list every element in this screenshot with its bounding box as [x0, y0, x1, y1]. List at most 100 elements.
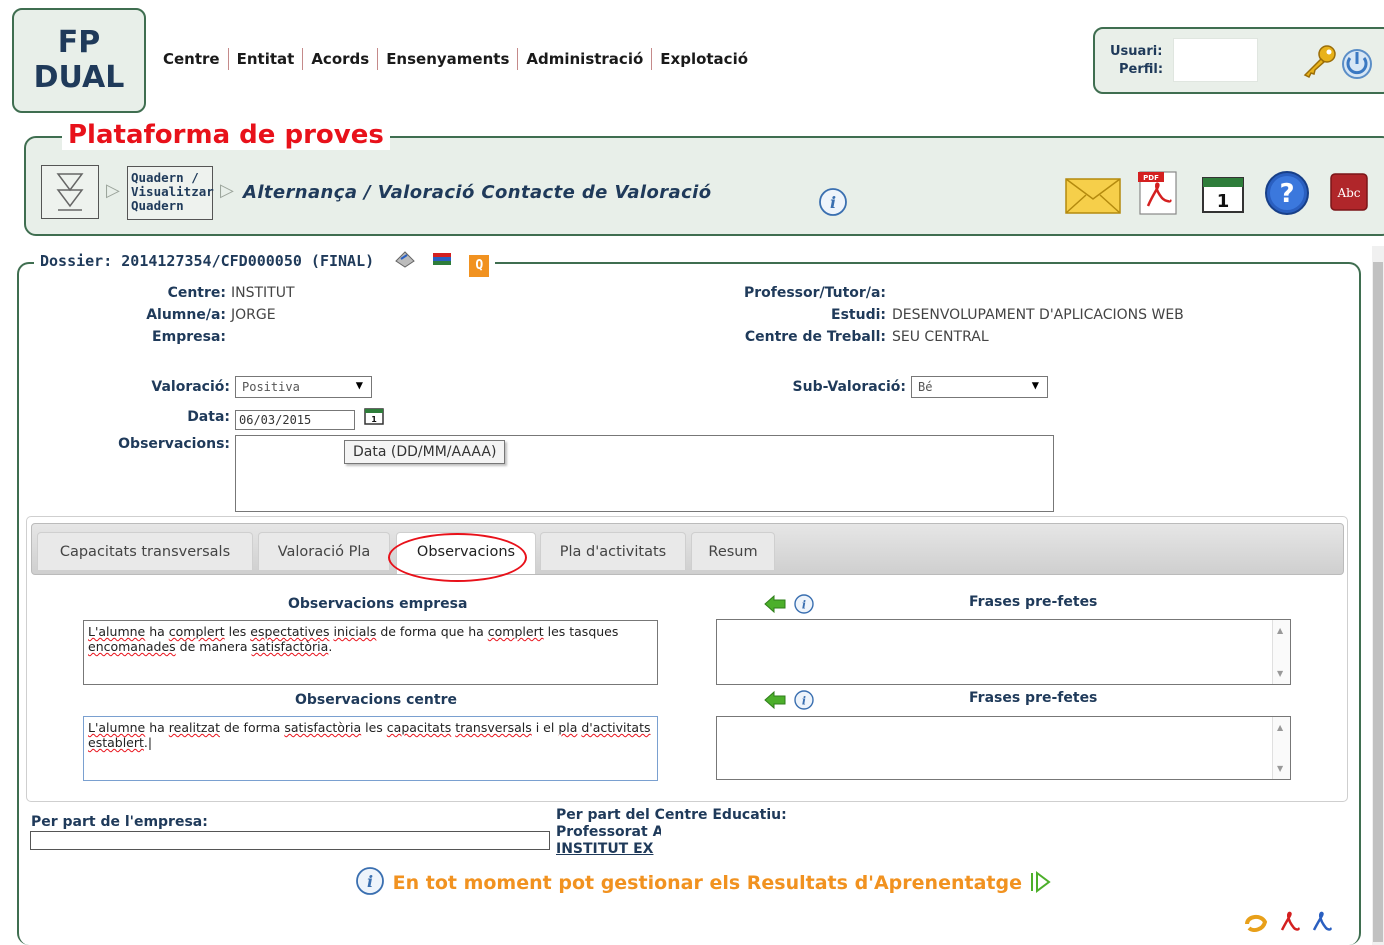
subvaloracio-label: Sub-Valoració: — [792, 379, 906, 395]
edit-icon[interactable] — [393, 249, 417, 269]
svg-text:i: i — [830, 193, 836, 212]
frases-prefetes-title: Frases pre-fetes — [969, 594, 1098, 610]
info-icon: i — [356, 867, 384, 895]
menu-item-centre[interactable]: Centre — [155, 48, 228, 70]
svg-text:Abc: Abc — [1336, 186, 1360, 200]
svg-text:i: i — [802, 695, 806, 708]
dropdown-arrow-icon: ▼ — [1031, 378, 1039, 392]
tab-pla-activitats[interactable]: Pla d'activitats — [540, 532, 686, 570]
professorat-value: Professorat A — [556, 824, 661, 840]
collapse-nav-button[interactable] — [41, 165, 99, 219]
dropdown-arrow-icon: ▼ — [355, 378, 363, 392]
forward-icon[interactable] — [1029, 870, 1053, 894]
valoracio-value: Positiva — [242, 380, 300, 394]
mail-icon[interactable] — [1064, 175, 1122, 215]
resultats-aprenentatge-message: i En tot moment pot gestionar els Result… — [354, 866, 1053, 896]
menu-item-administracio[interactable]: Administració — [517, 48, 651, 70]
frases-prefetes-list[interactable]: ▲ ▼ — [716, 716, 1291, 780]
tab-resum[interactable]: Resum — [691, 532, 775, 570]
user-panel: Usuari: Perfil: — [1093, 27, 1384, 94]
svg-text:1: 1 — [1217, 191, 1230, 212]
observacions-centre-title: Observacions centre — [295, 692, 457, 708]
logo-line-1: FP — [57, 25, 101, 60]
subvaloracio-value: Bé — [918, 380, 933, 394]
data-input[interactable]: 06/03/2015 — [235, 410, 355, 430]
quality-q-icon[interactable]: Q — [469, 255, 490, 277]
observacions-empresa-title: Observacions empresa — [288, 596, 468, 612]
breadcrumb-current: Alternança / Valoració Contacte de Valor… — [243, 182, 712, 203]
usuari-label: Usuari: — [1110, 44, 1163, 59]
centre-treball-label: Centre de Treball: — [744, 329, 886, 345]
collapse-icon — [56, 173, 84, 211]
logout-power-icon[interactable] — [1339, 45, 1375, 81]
nav-line-3: Quadern — [131, 198, 184, 213]
logo-line-2: DUAL — [33, 60, 125, 95]
estudi-value: DESENVOLUPAMENT D'APLICACIONS WEB — [892, 307, 1184, 323]
insert-arrow-icon[interactable] — [763, 594, 787, 614]
info-icon[interactable]: i — [793, 689, 815, 711]
breadcrumb-quadern-link[interactable]: Quadern / Visualitzar Quadern — [127, 166, 214, 220]
institut-link[interactable]: INSTITUT EX — [556, 841, 661, 857]
nav-line-1: Quadern / — [131, 170, 199, 185]
nav-line-2: Visualitzar — [131, 184, 214, 199]
breadcrumb-arrow-icon: ▷ — [220, 180, 234, 201]
svg-text:PDF: PDF — [1143, 174, 1159, 182]
calendar-icon[interactable]: 1 — [1200, 172, 1246, 214]
professor-label: Professor/Tutor/a: — [743, 285, 886, 301]
data-label: Data: — [187, 409, 230, 425]
app-logo[interactable]: FP DUAL — [12, 8, 146, 113]
alumne-label: Alumne/a: — [146, 307, 226, 323]
observacions-empresa-textarea[interactable]: L'alumne ha complert les espectatives in… — [83, 620, 658, 685]
platform-title: Plataforma de proves — [62, 120, 390, 150]
list-scrollbar[interactable]: ▲ ▼ — [1272, 717, 1290, 779]
centre-label: Centre: — [167, 285, 226, 301]
key-icon[interactable] — [1299, 43, 1339, 79]
pdf-icon[interactable] — [1278, 910, 1302, 934]
message-text[interactable]: En tot moment pot gestionar els Resultat… — [393, 872, 1022, 894]
list-scrollbar[interactable]: ▲ ▼ — [1272, 620, 1290, 684]
breadcrumb-arrow-icon: ▷ — [106, 180, 120, 201]
spellcheck-icon[interactable]: Abc — [1328, 171, 1372, 215]
frases-prefetes-title: Frases pre-fetes — [969, 690, 1098, 706]
centre-treball-value: SEU CENTRAL — [892, 329, 989, 345]
user-info-field — [1173, 38, 1258, 82]
pdf-icon[interactable]: PDF — [1136, 170, 1182, 216]
svg-text:i: i — [802, 599, 806, 612]
date-picker-icon[interactable]: 1 — [363, 406, 385, 426]
date-tooltip: Data (DD/MM/AAAA) — [344, 440, 506, 464]
per-part-centre-label: Per part del Centre Educatiu: — [556, 807, 787, 823]
perfil-label: Perfil: — [1119, 62, 1164, 77]
page-scrollbar[interactable] — [1372, 246, 1384, 945]
menu-item-explotacio[interactable]: Explotació — [651, 48, 756, 70]
per-part-empresa-label: Per part de l'empresa: — [31, 814, 208, 830]
menu-item-entitat[interactable]: Entitat — [227, 48, 303, 70]
info-icon[interactable]: i — [817, 186, 849, 218]
empresa-signature-field[interactable] — [30, 831, 550, 850]
valoracio-select[interactable]: Positiva ▼ — [235, 376, 372, 398]
help-icon[interactable]: ? — [1263, 169, 1311, 217]
svg-text:?: ? — [1279, 179, 1294, 209]
dossier-title: Dossier: 2014127354/CFD000050 (FINAL) Q — [34, 249, 496, 277]
tab-capacitats-transversals[interactable]: Capacitats transversals — [37, 532, 253, 570]
insert-arrow-icon[interactable] — [763, 690, 787, 710]
svg-text:1: 1 — [371, 415, 377, 424]
undo-icon[interactable] — [1243, 910, 1269, 934]
highlight-ellipse — [388, 533, 527, 582]
frases-prefetes-list[interactable]: ▲ ▼ — [716, 619, 1291, 685]
menu-item-acords[interactable]: Acords — [302, 48, 377, 70]
scrollbar-thumb[interactable] — [1373, 262, 1383, 942]
observacions-centre-textarea[interactable]: L'alumne ha realitzat de forma satisfact… — [83, 716, 658, 781]
dossier-label: Dossier: 2014127354/CFD000050 (FINAL) — [40, 252, 375, 270]
alumne-value: JORGE — [231, 307, 276, 323]
top-menu: Centre Entitat Acords Ensenyaments Admin… — [155, 48, 756, 70]
observacions-label: Observacions: — [118, 436, 230, 452]
menu-item-ensenyaments[interactable]: Ensenyaments — [377, 48, 517, 70]
subvaloracio-select[interactable]: Bé ▼ — [911, 376, 1048, 398]
empresa-label: Empresa: — [152, 329, 226, 345]
tab-valoracio-pla[interactable]: Valoració Pla — [258, 532, 390, 570]
info-icon[interactable]: i — [793, 593, 815, 615]
books-icon[interactable] — [430, 249, 454, 269]
pdf-blue-icon[interactable] — [1310, 910, 1334, 934]
estudi-label: Estudi: — [831, 307, 886, 323]
svg-text:i: i — [367, 872, 373, 891]
